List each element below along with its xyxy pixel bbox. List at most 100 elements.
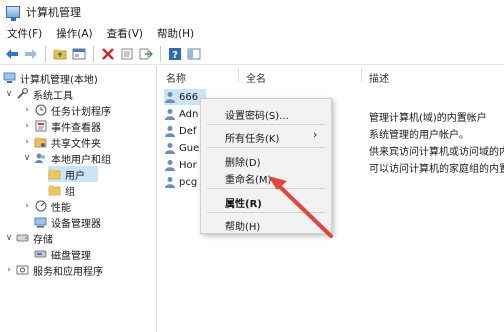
- menu-item-delete[interactable]: 删除(D): [225, 154, 261, 169]
- user-name: Gue: [179, 142, 200, 154]
- menu-item-rename[interactable]: 重命名(M): [225, 171, 271, 186]
- back-arrow-icon[interactable]: [4, 46, 20, 62]
- clock-icon: [34, 104, 47, 116]
- folder-icon: [48, 184, 61, 196]
- panel-icon[interactable]: [186, 46, 202, 62]
- menu-bar: 文件(F) 操作(A) 查看(V) 帮助(H): [0, 24, 504, 42]
- table-row[interactable]: Hor: [164, 157, 197, 173]
- menu-separator: [207, 188, 325, 189]
- up-folder-icon[interactable]: [52, 46, 68, 62]
- performance-icon: [34, 200, 47, 212]
- window-title: 计算机管理: [26, 6, 81, 19]
- chevron-down-icon[interactable]: ∨: [22, 153, 32, 163]
- column-header-name[interactable]: 名称: [166, 70, 186, 85]
- user-description: 管理计算机(域)的内置帐户: [369, 113, 487, 124]
- tree-label: 存储: [33, 234, 53, 246]
- chevron-right-icon[interactable]: ›: [22, 105, 32, 115]
- column-header-fullname[interactable]: 全名: [246, 70, 266, 85]
- toolbar-separator: [93, 45, 94, 62]
- chevron-right-icon[interactable]: ›: [4, 265, 14, 275]
- user-description: 可以访问计算机的家庭组的内置: [369, 164, 504, 175]
- menu-file[interactable]: 文件(F): [7, 26, 42, 41]
- disk-management-icon: [34, 248, 47, 260]
- tree-item-event-viewer[interactable]: › 事件查看器: [22, 118, 101, 134]
- tree-label: 磁盘管理: [51, 250, 91, 262]
- tree-label: 服务和应用程序: [33, 266, 103, 278]
- shared-folder-icon: [34, 136, 47, 148]
- delete-icon[interactable]: [100, 46, 116, 62]
- menu-action[interactable]: 操作(A): [56, 26, 92, 41]
- tree-item-performance[interactable]: › 性能: [22, 198, 71, 214]
- tree-label: 组: [65, 186, 75, 198]
- tree-item-computer-management[interactable]: 计算机管理(本地): [3, 70, 98, 86]
- device-manager-icon: [34, 216, 47, 228]
- chevron-down-icon[interactable]: ∨: [4, 89, 14, 99]
- menu-view[interactable]: 查看(V): [107, 26, 143, 41]
- export-icon[interactable]: [138, 46, 154, 62]
- user-icon: [165, 126, 175, 137]
- chevron-right-icon[interactable]: ›: [22, 201, 32, 211]
- user-name: 666: [179, 91, 199, 103]
- console-tree: 计算机管理(本地) ∨ 系统工具 › 任务计划程序 › 事件查看器 › 共享文件…: [0, 66, 157, 332]
- toolbar-separator: [45, 45, 46, 62]
- menu-separator: [207, 147, 325, 148]
- user-description: 供来宾访问计算机或访问域的内: [369, 147, 504, 158]
- chevron-down-icon[interactable]: ∨: [4, 233, 14, 243]
- computer-management-icon: [3, 72, 16, 84]
- user-icon: [165, 160, 175, 171]
- user-icon: [165, 177, 175, 188]
- tree-item-shared-folders[interactable]: › 共享文件夹: [22, 134, 101, 150]
- table-row[interactable]: pcg: [164, 174, 197, 190]
- tree-item-system-tools[interactable]: ∨ 系统工具: [4, 86, 73, 102]
- console-icon[interactable]: [71, 46, 87, 62]
- tree-item-local-users-groups[interactable]: ∨ 本地用户和组: [22, 150, 111, 166]
- table-row[interactable]: Adn: [164, 106, 198, 122]
- tree-item-users[interactable]: 用户: [48, 166, 98, 182]
- tree-label: 本地用户和组: [51, 154, 111, 166]
- tree-label: 系统工具: [33, 90, 73, 102]
- tree-item-disk-management[interactable]: 磁盘管理: [34, 246, 91, 262]
- menu-help[interactable]: 帮助(H): [157, 26, 194, 41]
- column-header-description[interactable]: 描述: [369, 70, 389, 85]
- tree-item-device-manager[interactable]: 设备管理器: [34, 214, 101, 230]
- menu-item-properties[interactable]: 属性(R): [225, 195, 262, 210]
- toolbar: ?: [0, 43, 504, 65]
- user-name: Hor: [179, 159, 197, 171]
- tree-label: 用户: [65, 170, 85, 182]
- user-name: Def: [179, 125, 197, 137]
- user-name: Adn: [179, 108, 199, 120]
- tree-item-storage[interactable]: ∨ 存储: [4, 230, 53, 246]
- user-icon: [165, 109, 175, 120]
- menu-item-set-password[interactable]: 设置密码(S)...: [225, 107, 289, 122]
- chevron-right-icon[interactable]: ›: [22, 121, 32, 131]
- tree-label: 任务计划程序: [51, 106, 111, 118]
- tree-item-services-applications[interactable]: › 服务和应用程序: [4, 262, 103, 278]
- menu-item-all-tasks[interactable]: 所有任务(K): [225, 130, 279, 145]
- tree-item-task-scheduler[interactable]: › 任务计划程序: [22, 102, 111, 118]
- svg-text:?: ?: [172, 50, 178, 61]
- user-icon: [165, 143, 175, 154]
- table-row[interactable]: Def: [164, 123, 196, 139]
- submenu-arrow-icon: ›: [313, 128, 318, 141]
- tree-label: 事件查看器: [51, 122, 101, 134]
- tree-label: 计算机管理(本地): [20, 74, 98, 86]
- computer-management-icon: [6, 6, 20, 21]
- help-icon[interactable]: ?: [167, 46, 183, 62]
- tree-item-groups[interactable]: 组: [48, 182, 75, 198]
- forward-arrow-icon[interactable]: [23, 46, 39, 62]
- event-viewer-icon: [34, 120, 47, 132]
- tree-label: 共享文件夹: [51, 138, 101, 150]
- table-row[interactable]: Gue: [164, 140, 199, 156]
- toolbar-separator: [160, 45, 161, 62]
- properties-icon[interactable]: [119, 46, 135, 62]
- users-group-icon: [34, 152, 47, 164]
- column-divider[interactable]: [361, 68, 362, 82]
- context-menu: 设置密码(S)... 所有任务(K) › 删除(D) 重命名(M) 属性(R) …: [200, 98, 332, 234]
- title-bar: 计算机管理: [0, 0, 504, 24]
- tree-label: 性能: [51, 202, 71, 214]
- column-divider[interactable]: [238, 68, 239, 82]
- folder-icon: [48, 168, 61, 180]
- menu-separator: [207, 124, 325, 125]
- menu-item-help[interactable]: 帮助(H): [225, 218, 260, 233]
- chevron-right-icon[interactable]: ›: [22, 137, 32, 147]
